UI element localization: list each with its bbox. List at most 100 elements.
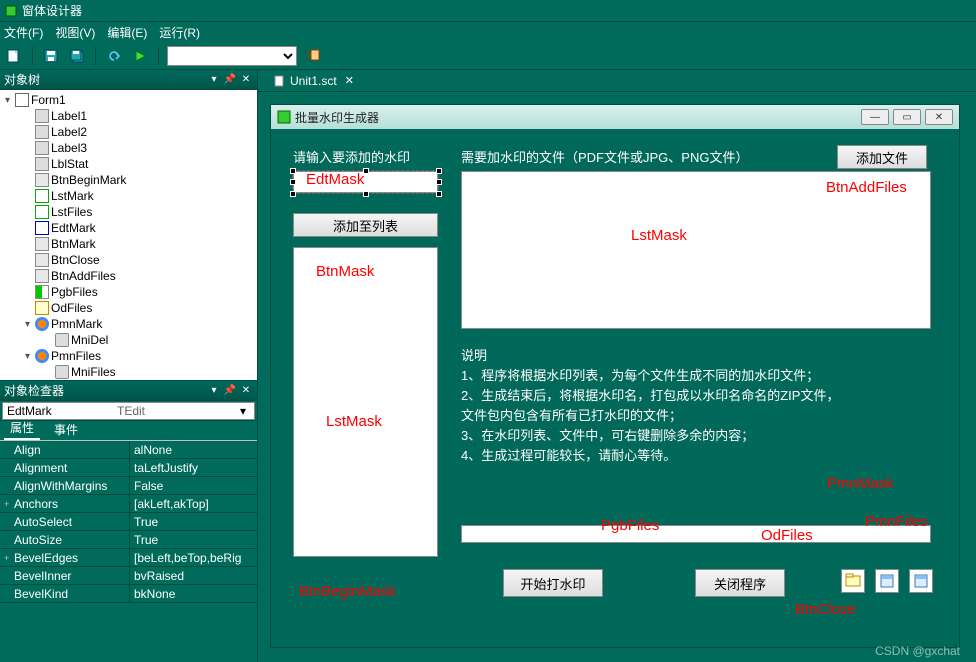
annotation-odfiles: OdFiles bbox=[761, 527, 813, 544]
app-icon bbox=[4, 4, 18, 18]
design-form-window[interactable]: 批量水印生成器 — ▭ ✕ 请输入要添加的水印 需要加水印的文件（PDF文件或J… bbox=[270, 104, 960, 648]
inspector-panel: 对象检查器 ▾ 📌 ✕ EdtMark TEdit ▾ 属性 事件 Aligna… bbox=[0, 380, 257, 662]
tree-node-form[interactable]: ▾Form1 bbox=[2, 92, 255, 108]
prop-row[interactable]: AlignmenttaLeftJustify bbox=[0, 459, 257, 477]
btn-begin-mark[interactable]: 开始打水印 bbox=[503, 569, 603, 597]
prop-row[interactable]: +BevelEdges[beLeft,beTop,beRig bbox=[0, 549, 257, 567]
inspector-title: 对象检查器 bbox=[4, 382, 64, 399]
tree-panel-header: 对象树 ▾ 📌 ✕ bbox=[0, 70, 257, 90]
toolbar-undo-icon[interactable] bbox=[104, 46, 124, 66]
annotation-btnbegin: BtnBeginMask bbox=[299, 583, 396, 600]
tree-node[interactable]: Label1 bbox=[2, 108, 255, 124]
tab-events[interactable]: 事件 bbox=[48, 419, 84, 440]
tree-panel-title: 对象树 bbox=[4, 71, 40, 88]
close-icon[interactable]: ✕ bbox=[345, 74, 354, 87]
toolbar-saveall-icon[interactable] bbox=[67, 46, 87, 66]
pmnfiles-component-icon[interactable] bbox=[909, 569, 933, 593]
tree-node[interactable]: BtnClose bbox=[2, 252, 255, 268]
odfiles-component-icon[interactable] bbox=[841, 569, 865, 593]
prop-row[interactable]: BevelInnerbvRaised bbox=[0, 567, 257, 585]
btn-close-program[interactable]: 关闭程序 bbox=[695, 569, 785, 597]
tree-node[interactable]: PgbFiles bbox=[2, 284, 255, 300]
form-body[interactable]: 请输入要添加的水印 需要加水印的文件（PDF文件或JPG、PNG文件） 添加至列… bbox=[271, 129, 959, 647]
csdn-watermark: CSDN @gxchat bbox=[875, 644, 960, 658]
close-icon[interactable]: ✕ bbox=[239, 384, 253, 398]
toolbar-combo-select[interactable] bbox=[167, 46, 297, 66]
object-tree-panel: 对象树 ▾ 📌 ✕ ▾Form1 Label1 Label2 Label3 Lb… bbox=[0, 70, 257, 380]
menubar: 文件(F) 视图(V) 编辑(E) 运行(R) bbox=[0, 22, 976, 42]
form-title: 批量水印生成器 bbox=[295, 109, 379, 126]
tree-node[interactable]: LblStat bbox=[2, 156, 255, 172]
toolbar-find-icon[interactable] bbox=[303, 46, 323, 66]
pin-icon[interactable]: 📌 bbox=[223, 73, 237, 87]
left-column: 对象树 ▾ 📌 ✕ ▾Form1 Label1 Label2 Label3 Lb… bbox=[0, 70, 258, 662]
label-files-prompt: 需要加水印的文件（PDF文件或JPG、PNG文件） bbox=[461, 147, 748, 166]
pmnmask-component-icon[interactable] bbox=[875, 569, 899, 593]
menu-file[interactable]: 文件(F) bbox=[4, 24, 43, 41]
menu-view[interactable]: 视图(V) bbox=[55, 24, 95, 41]
design-canvas[interactable]: 批量水印生成器 — ▭ ✕ 请输入要添加的水印 需要加水印的文件（PDF文件或J… bbox=[258, 92, 976, 662]
annotation-lstmask2: LstMask bbox=[631, 227, 687, 244]
btn-add-to-list[interactable]: 添加至列表 bbox=[293, 213, 438, 237]
tree-node[interactable]: LstFiles bbox=[2, 204, 255, 220]
annotation-lstmask: LstMask bbox=[326, 413, 382, 430]
close-icon[interactable]: ✕ bbox=[239, 73, 253, 87]
label-desc-1: 1、程序将根据水印列表，为每个文件生成不同的加水印文件； bbox=[461, 365, 819, 384]
btn-add-files[interactable]: 添加文件 bbox=[837, 145, 927, 169]
editor-tabstrip: Unit1.sct ✕ bbox=[258, 70, 976, 92]
prop-row[interactable]: AlignalNone bbox=[0, 441, 257, 459]
annotation-edtmask: EdtMask bbox=[306, 171, 364, 188]
toolbar-save-icon[interactable] bbox=[41, 46, 61, 66]
tree-node[interactable]: MniFiles bbox=[2, 364, 255, 380]
annotation-pmnfiles: PmnFiles bbox=[865, 513, 928, 530]
right-column: Unit1.sct ✕ 批量水印生成器 — ▭ ✕ 请输入要添加的水印 需要加水… bbox=[258, 70, 976, 662]
tree-node[interactable]: LstMark bbox=[2, 188, 255, 204]
pin-icon[interactable]: 📌 bbox=[223, 384, 237, 398]
tree-node[interactable]: OdFiles bbox=[2, 300, 255, 316]
window-close-button[interactable]: ✕ bbox=[925, 109, 953, 125]
menu-edit[interactable]: 编辑(E) bbox=[107, 24, 147, 41]
annotation-btnclose: BtnClose bbox=[795, 601, 856, 618]
chevron-down-icon[interactable]: ▾ bbox=[236, 404, 250, 418]
tree-node[interactable]: BtnMark bbox=[2, 236, 255, 252]
form-titlebar: 批量水印生成器 — ▭ ✕ bbox=[271, 105, 959, 129]
tab-attributes[interactable]: 属性 bbox=[4, 417, 40, 440]
file-icon bbox=[274, 75, 286, 87]
prop-row[interactable]: AutoSelectTrue bbox=[0, 513, 257, 531]
inspector-sel-name: EdtMark bbox=[7, 404, 117, 418]
tree-body[interactable]: ▾Form1 Label1 Label2 Label3 LblStat BtnB… bbox=[0, 90, 257, 380]
dropdown-icon[interactable]: ▾ bbox=[207, 384, 221, 398]
dropdown-icon[interactable]: ▾ bbox=[207, 73, 221, 87]
app-title: 窗体设计器 bbox=[22, 2, 82, 19]
tree-node[interactable]: MniDel bbox=[2, 332, 255, 348]
label-desc-3: 3、在水印列表、文件中，可右键删除多余的内容； bbox=[461, 425, 754, 444]
toolbar-divider bbox=[32, 47, 33, 65]
toolbar-combo[interactable] bbox=[167, 46, 297, 66]
prop-row[interactable]: AutoSizeTrue bbox=[0, 531, 257, 549]
tree-node[interactable]: EdtMark bbox=[2, 220, 255, 236]
label-desc-2: 2、生成结束后，将根据水印名，打包成以水印名命名的ZIP文件， bbox=[461, 385, 839, 404]
app-titlebar: 窗体设计器 bbox=[0, 0, 976, 22]
form-icon bbox=[277, 110, 291, 124]
tree-node[interactable]: ▾PmnMark bbox=[2, 316, 255, 332]
tree-node[interactable]: BtnBeginMark bbox=[2, 172, 255, 188]
maximize-button[interactable]: ▭ bbox=[893, 109, 921, 125]
tree-node[interactable]: Label3 bbox=[2, 140, 255, 156]
main-area: 对象树 ▾ 📌 ✕ ▾Form1 Label1 Label2 Label3 Lb… bbox=[0, 70, 976, 662]
tree-node[interactable]: Label2 bbox=[2, 124, 255, 140]
annotation-pgbfiles: PgbFiles bbox=[601, 517, 659, 534]
prop-row[interactable]: BevelKindbkNone bbox=[0, 585, 257, 603]
tree-node[interactable]: BtnAddFiles bbox=[2, 268, 255, 284]
inspector-sel-type: TEdit bbox=[117, 404, 145, 418]
prop-row[interactable]: AlignWithMarginsFalse bbox=[0, 477, 257, 495]
toolbar-new-icon[interactable] bbox=[4, 46, 24, 66]
editor-tab[interactable]: Unit1.sct ✕ bbox=[266, 72, 362, 90]
lstmark-listbox[interactable] bbox=[293, 247, 438, 557]
tree-node[interactable]: ▾PmnFiles bbox=[2, 348, 255, 364]
menu-run[interactable]: 运行(R) bbox=[159, 24, 200, 41]
toolbar-run-icon[interactable] bbox=[130, 46, 150, 66]
annotation-btnmask: BtnMask bbox=[316, 263, 374, 280]
minimize-button[interactable]: — bbox=[861, 109, 889, 125]
prop-row[interactable]: +Anchors[akLeft,akTop] bbox=[0, 495, 257, 513]
inspector-grid[interactable]: AlignalNone AlignmenttaLeftJustify Align… bbox=[0, 441, 257, 662]
